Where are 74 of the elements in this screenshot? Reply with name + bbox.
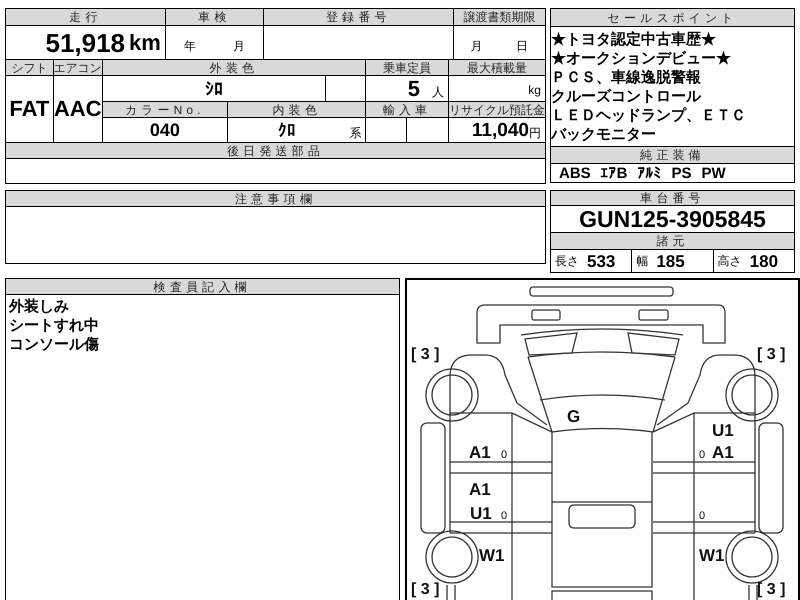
chassis-number: GUN125-3905845 [579,208,766,230]
equipment-item: ｴｱB [600,166,628,180]
recycle-fee-value: 11,040 [472,120,529,140]
damage-code: A1 [468,480,490,499]
field-label: 登録番号 [264,9,453,25]
exterior-color-value: ｼﾛ [205,80,224,98]
mileage-value: 51,918 [45,30,126,56]
field-label: リサイクル預託金 [448,102,545,117]
interior-color-value: ｸﾛ [278,122,296,138]
inspector-note: コンソール傷 [9,335,100,354]
month-unit: 月 [232,38,245,55]
sale-point-text: クルーズコントロール [551,86,702,106]
field-label: 外装色 [102,60,366,75]
load-unit: kg [528,82,541,99]
corner-rating: [ 3 ] [756,346,785,363]
equipment-item: PS [672,166,692,180]
damage-code: A1 [712,443,734,462]
spec-label: 幅 [636,253,648,270]
damage-code: G [566,407,580,426]
month-unit: 月 [470,38,482,55]
damage-code: W1 [478,546,504,565]
inspector-note: 外装しみ [9,297,70,316]
field-label: 乗車定員 [366,60,448,75]
equipment-item: ABS [559,166,591,180]
sale-point-text: バックモニター [551,124,657,144]
year-unit: 年 [184,38,196,55]
color-suffix: 系 [349,125,362,142]
inspector-note: シートすれ中 [9,316,100,335]
field-label: 純正装備 [551,147,794,163]
spec-value: 185 [656,252,685,270]
spec-label: 高さ [718,253,742,270]
corner-rating: [ 3 ] [756,581,785,598]
sale-point-text: ★オークションデビュー★ [551,48,732,68]
damage-code: U1 [470,504,492,523]
damage-code: A1 [468,443,490,462]
corner-rating: [ 3 ] [410,581,439,598]
field-label: シフト [6,60,53,75]
field-label: 車検 [166,9,264,25]
field-label: 注意事項欄 [6,191,545,206]
field-label: 検査員記入欄 [6,279,398,294]
damage-mark: 0 [698,510,705,522]
equipment-item: PW [702,166,726,180]
field-label: 諸元 [551,233,794,249]
day-unit: 日 [516,38,528,55]
field-label: 走行 [6,9,165,25]
damage-mark: 0 [500,510,507,522]
capacity-unit: 人 [432,84,444,101]
field-label: カラーNo. [102,102,228,117]
field-label: 輸入車 [366,102,448,117]
sale-point-text: ＰＣＳ、車線逸脱警報 [551,68,702,86]
capacity-value: 5 [408,78,420,100]
sale-point-text: ★トヨタ認定中古車歴★ [551,30,717,48]
spec-value: 533 [587,252,616,270]
field-label: 内装色 [228,102,366,117]
shift-value: FAT [9,98,50,120]
aircon-value: AAC [54,98,102,120]
equipment-item: ｱﾙﾐ [638,166,662,180]
corner-rating: [ 3 ] [410,346,439,363]
field-label: 譲渡書類期限 [454,9,545,25]
damage-mark: 0 [698,449,705,461]
sale-point-text: ＬＥＤヘッドランプ、ＥＴＣ [551,106,747,124]
mileage-unit: km [129,32,161,54]
field-label: セールスポイント [551,9,794,26]
field-label: 最大積載量 [448,60,545,75]
damage-mark: 0 [500,449,507,461]
field-label: 後日発送部品 [6,143,545,158]
spec-value: 180 [750,252,778,270]
spec-label: 長さ [555,253,579,270]
damage-code: U1 [712,421,734,440]
yen-unit: 円 [528,125,541,142]
color-number-value: 040 [150,121,180,139]
damage-code: W1 [698,546,724,565]
field-label: 車台番号 [551,191,794,205]
field-label: エアコン [54,60,102,75]
